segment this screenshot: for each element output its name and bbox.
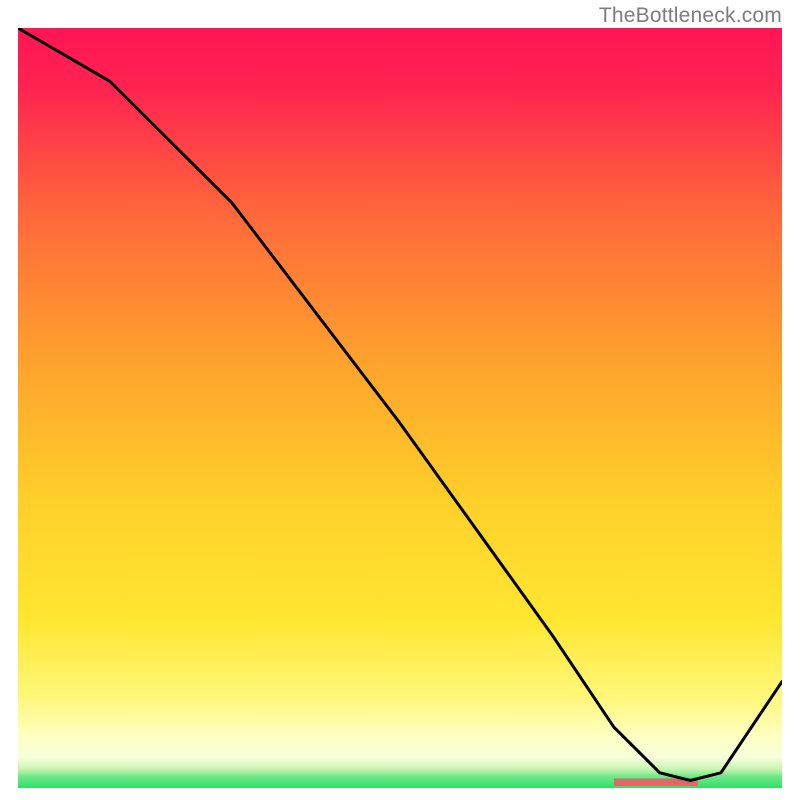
chart-plot-area	[18, 28, 782, 788]
chart-svg	[18, 28, 782, 788]
chart-stage: TheBottleneck.com	[0, 0, 800, 800]
watermark-label: TheBottleneck.com	[599, 4, 782, 28]
chart-background-gradient	[18, 28, 782, 788]
